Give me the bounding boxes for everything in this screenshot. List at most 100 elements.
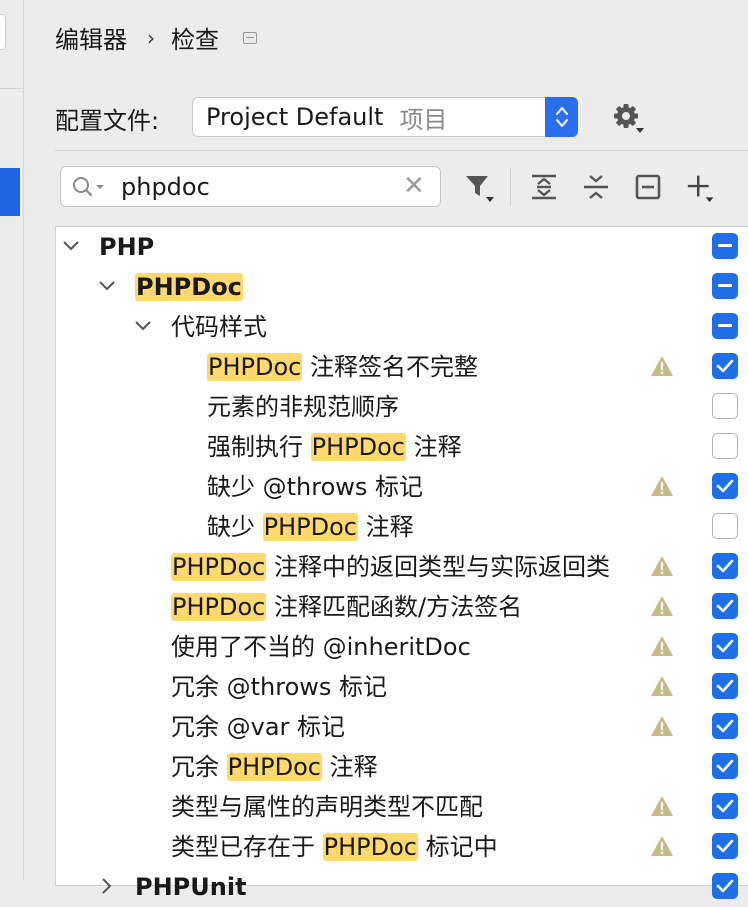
profile-name: Project Default [206, 103, 384, 131]
tree-row[interactable]: 冗余 @throws 标记 [56, 667, 748, 707]
checkbox[interactable] [712, 473, 738, 499]
label-text: 冗余 @var 标记 [171, 713, 346, 741]
left-panel-selected-item[interactable] [0, 168, 20, 216]
tree-row-label: PHPUnit [135, 872, 247, 902]
tree-row-label: PHP [99, 232, 154, 262]
dropdown-arrows-icon [545, 97, 578, 137]
tree-row[interactable]: 冗余 @var 标记 [56, 707, 748, 747]
tree-row-label: 代码样式 [171, 312, 267, 342]
reset-icon[interactable] [631, 170, 665, 204]
label-text: 标记中 [418, 833, 498, 861]
tree-row[interactable]: PHP [56, 227, 748, 267]
tree-row-label: PHPDoc 注释中的返回类型与实际返回类 [171, 552, 610, 582]
header-divider [55, 150, 748, 151]
tree-row[interactable]: PHPDoc 注释匹配函数/方法签名 [56, 587, 748, 627]
tree-row[interactable]: 使用了不当的 @inheritDoc [56, 627, 748, 667]
checkbox[interactable] [712, 753, 738, 779]
expand-all-icon[interactable] [527, 170, 561, 204]
chevron-down-icon[interactable] [98, 277, 116, 295]
profile-scope: 项目 [399, 105, 448, 134]
tree-row[interactable]: PHPDoc [56, 267, 748, 307]
profile-label: 配置文件: [55, 107, 160, 135]
label-text: 强制执行 [207, 433, 311, 461]
add-icon[interactable] [685, 170, 719, 204]
checkbox[interactable] [712, 673, 738, 699]
label-text: 冗余 [171, 753, 227, 781]
checkbox[interactable] [712, 353, 738, 379]
tree-row-label: 元素的非规范顺序 [207, 392, 399, 422]
warning-icon [650, 635, 674, 657]
label-text: 使用了不当的 @inheritDoc [171, 633, 471, 661]
label-text: 缺少 [207, 513, 263, 541]
warning-icon [650, 835, 674, 857]
search-icon[interactable] [71, 175, 107, 203]
checkbox[interactable] [712, 313, 738, 339]
tree-row[interactable]: PHPDoc 注释中的返回类型与实际返回类 [56, 547, 748, 587]
collapse-all-icon[interactable] [579, 170, 613, 204]
tree-row[interactable]: 冗余 PHPDoc 注释 [56, 747, 748, 787]
checkbox[interactable] [712, 233, 738, 259]
label-text: 注释 [406, 433, 462, 461]
tree-row-label: 缺少 @throws 标记 [207, 472, 423, 502]
checkbox[interactable] [712, 633, 738, 659]
label-text: PHP [99, 233, 155, 261]
window-icon[interactable] [243, 31, 257, 44]
checkbox[interactable] [712, 553, 738, 579]
label-text: 代码样式 [171, 313, 267, 341]
label-text: 注释 [358, 513, 414, 541]
label-text: 元素的非规范顺序 [207, 393, 399, 421]
checkbox[interactable] [712, 593, 738, 619]
search-highlight: PHPDoc [171, 553, 267, 581]
tree-row-label: 类型与属性的声明类型不匹配 [171, 792, 483, 822]
tree-row-label: 冗余 @throws 标记 [171, 672, 387, 702]
tree-row-label: 冗余 PHPDoc 注释 [171, 752, 378, 782]
label-text: 注释签名不完整 [302, 353, 478, 381]
tree-row-label: 使用了不当的 @inheritDoc [171, 632, 471, 662]
tree-row[interactable]: 强制执行 PHPDoc 注释 [56, 427, 748, 467]
tree-row[interactable]: 类型已存在于 PHPDoc 标记中 [56, 827, 748, 867]
checkbox[interactable] [712, 833, 738, 859]
label-text: 缺少 @throws 标记 [207, 473, 424, 501]
search-highlight: PHPDoc [171, 593, 267, 621]
breadcrumb: 编辑器 › 检查 [55, 20, 257, 55]
profile-select[interactable]: Project Default 项目 [192, 97, 578, 137]
inspection-tree: PHP PHPDoc 代码样式 PHPDoc 注释签名不完整 元素的非规范顺序 强制执行 … [55, 226, 748, 901]
search-highlight: PHPDoc [226, 753, 322, 781]
tree-row[interactable]: 类型与属性的声明类型不匹配 [56, 787, 748, 827]
tree-row[interactable]: PHPDoc 注释签名不完整 [56, 347, 748, 387]
warning-icon [650, 675, 674, 697]
chevron-down-icon[interactable] [134, 317, 152, 335]
tree-row[interactable]: 元素的非规范顺序 [56, 387, 748, 427]
checkbox[interactable] [712, 513, 738, 539]
search-input[interactable] [121, 173, 391, 201]
label-text: 注释匹配函数/方法签名 [266, 593, 523, 621]
checkbox[interactable] [712, 873, 738, 899]
tree-row[interactable]: 缺少 PHPDoc 注释 [56, 507, 748, 547]
checkbox[interactable] [712, 793, 738, 819]
warning-icon [650, 555, 674, 577]
checkbox[interactable] [712, 393, 738, 419]
tree-row[interactable]: PHPUnit [56, 867, 748, 907]
tree-row-label: 强制执行 PHPDoc 注释 [207, 432, 462, 462]
tree-row-label: PHPDoc 注释签名不完整 [207, 352, 478, 382]
breadcrumb-parent[interactable]: 编辑器 [55, 20, 127, 55]
tree-row-label: 类型已存在于 PHPDoc 标记中 [171, 832, 498, 862]
tree-row[interactable]: 代码样式 [56, 307, 748, 347]
label-text: 注释中的返回类型与实际返回类 [266, 553, 610, 581]
tree-row[interactable]: 缺少 @throws 标记 [56, 467, 748, 507]
left-panel-field[interactable] [0, 14, 6, 50]
search-highlight: PHPDoc [262, 513, 358, 541]
search-highlight: PHPDoc [322, 833, 418, 861]
checkbox[interactable] [712, 713, 738, 739]
checkbox[interactable] [712, 273, 738, 299]
tree-row-label: 冗余 @var 标记 [171, 712, 345, 742]
clear-icon[interactable]: ✕ [403, 172, 425, 200]
breadcrumb-separator: › [147, 25, 155, 50]
gear-icon[interactable] [612, 102, 646, 136]
checkbox[interactable] [712, 433, 738, 459]
left-panel-divider [0, 88, 23, 89]
chevron-down-icon[interactable] [62, 237, 80, 255]
left-panel-strip [0, 0, 24, 880]
search-box[interactable]: ✕ [60, 166, 441, 207]
filter-icon[interactable] [462, 170, 496, 204]
